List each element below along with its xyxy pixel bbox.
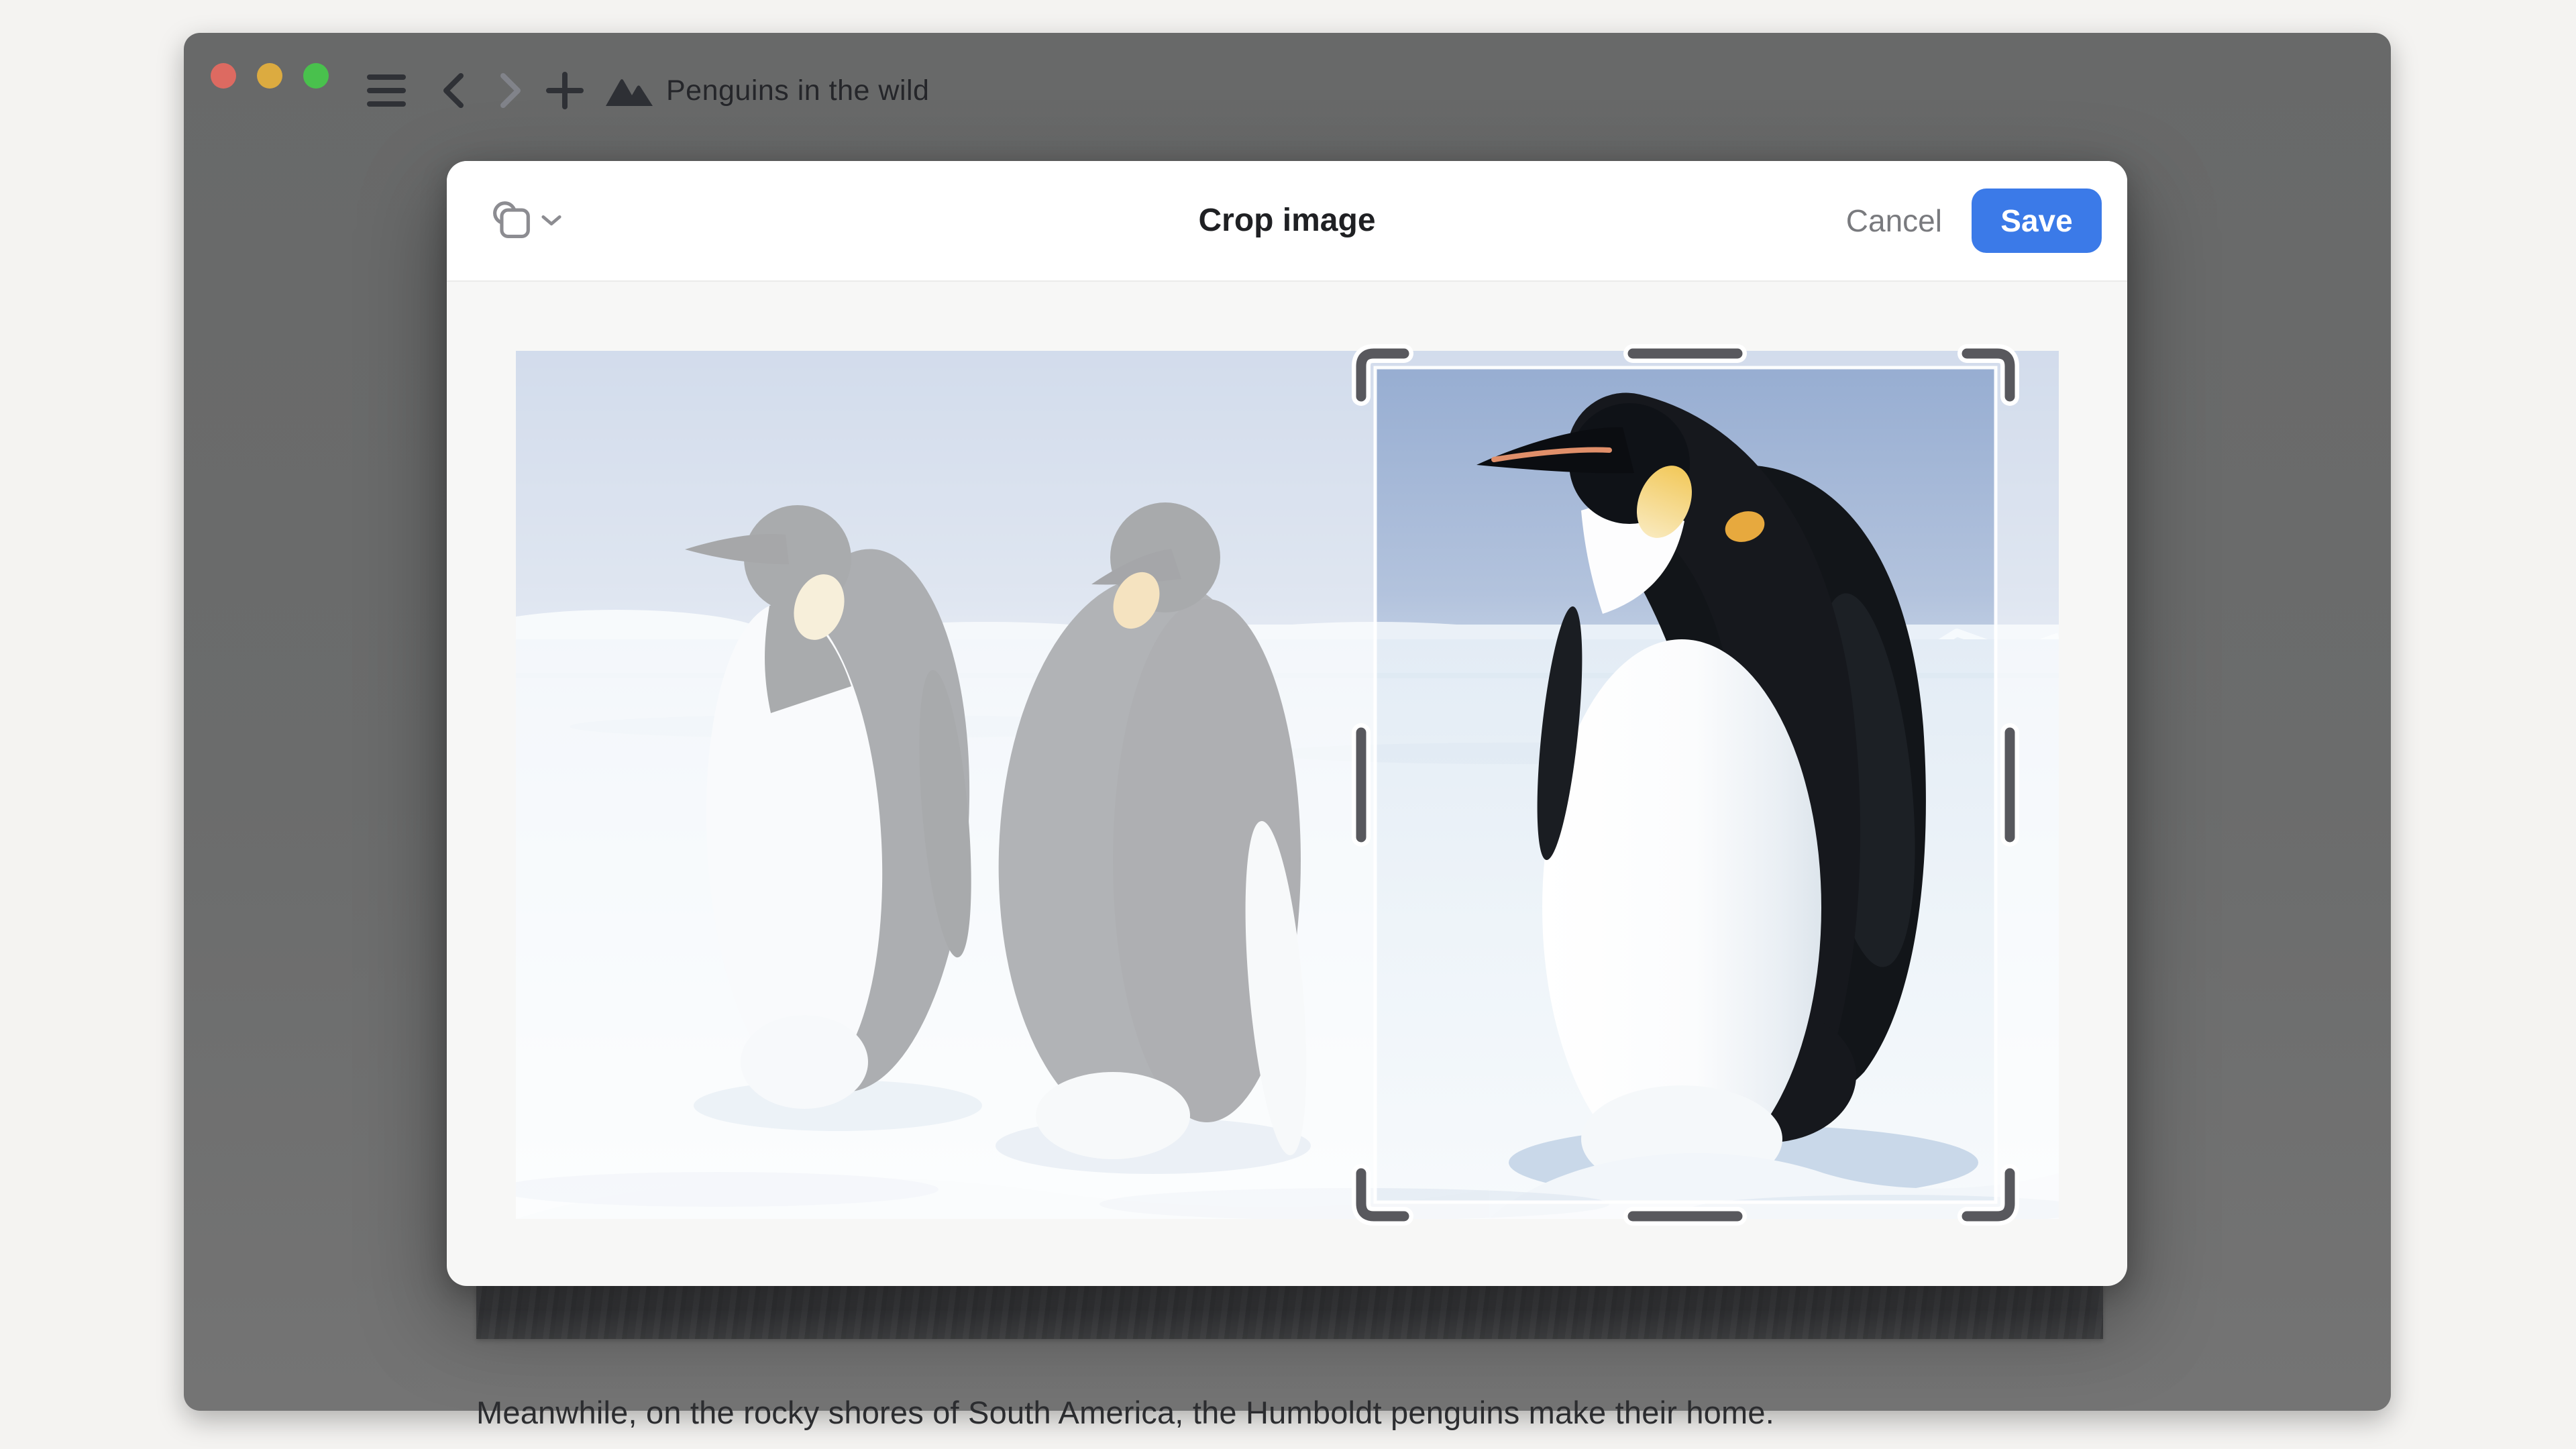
crop-editor <box>447 282 2127 1286</box>
forward-button[interactable] <box>498 72 525 109</box>
back-button[interactable] <box>439 72 466 109</box>
document-image-bottom-strip <box>476 1286 2103 1339</box>
crop-handle-bottom-right[interactable] <box>1967 1173 2010 1216</box>
menu-bar <box>367 88 406 93</box>
mountains-icon <box>604 75 654 107</box>
close-window-button[interactable] <box>211 63 236 89</box>
zoom-window-button[interactable] <box>303 63 329 89</box>
add-page-button[interactable] <box>545 70 585 111</box>
modal-header: Crop image Cancel Save <box>447 161 2127 282</box>
chevron-down-icon <box>541 214 562 227</box>
chevron-right-icon <box>498 72 525 109</box>
modal-actions: Cancel Save <box>1846 161 2102 280</box>
menu-bar <box>367 101 406 107</box>
minimize-window-button[interactable] <box>257 63 282 89</box>
crop-handle-top-right[interactable] <box>1967 354 2010 396</box>
shapes-icon <box>491 201 531 241</box>
document-title: Penguins in the wild <box>666 73 929 108</box>
crop-selection[interactable] <box>1375 368 1996 1202</box>
chevron-left-icon <box>439 72 466 109</box>
menu-icon[interactable] <box>366 74 407 107</box>
crop-handle-bottom-left[interactable] <box>1361 1173 1404 1216</box>
crop-image-modal: Crop image Cancel Save <box>447 161 2127 1286</box>
menu-bar <box>367 74 406 80</box>
crop-overlay <box>447 282 2127 1286</box>
aspect-ratio-button[interactable] <box>491 161 562 280</box>
save-button[interactable]: Save <box>1972 189 2102 253</box>
document-caption: Meanwhile, on the rocky shores of South … <box>476 1394 2194 1432</box>
cancel-button[interactable]: Cancel <box>1846 203 1942 239</box>
plus-icon <box>545 70 585 111</box>
window-controls <box>211 63 329 89</box>
crop-handle-top-left[interactable] <box>1361 354 1404 396</box>
